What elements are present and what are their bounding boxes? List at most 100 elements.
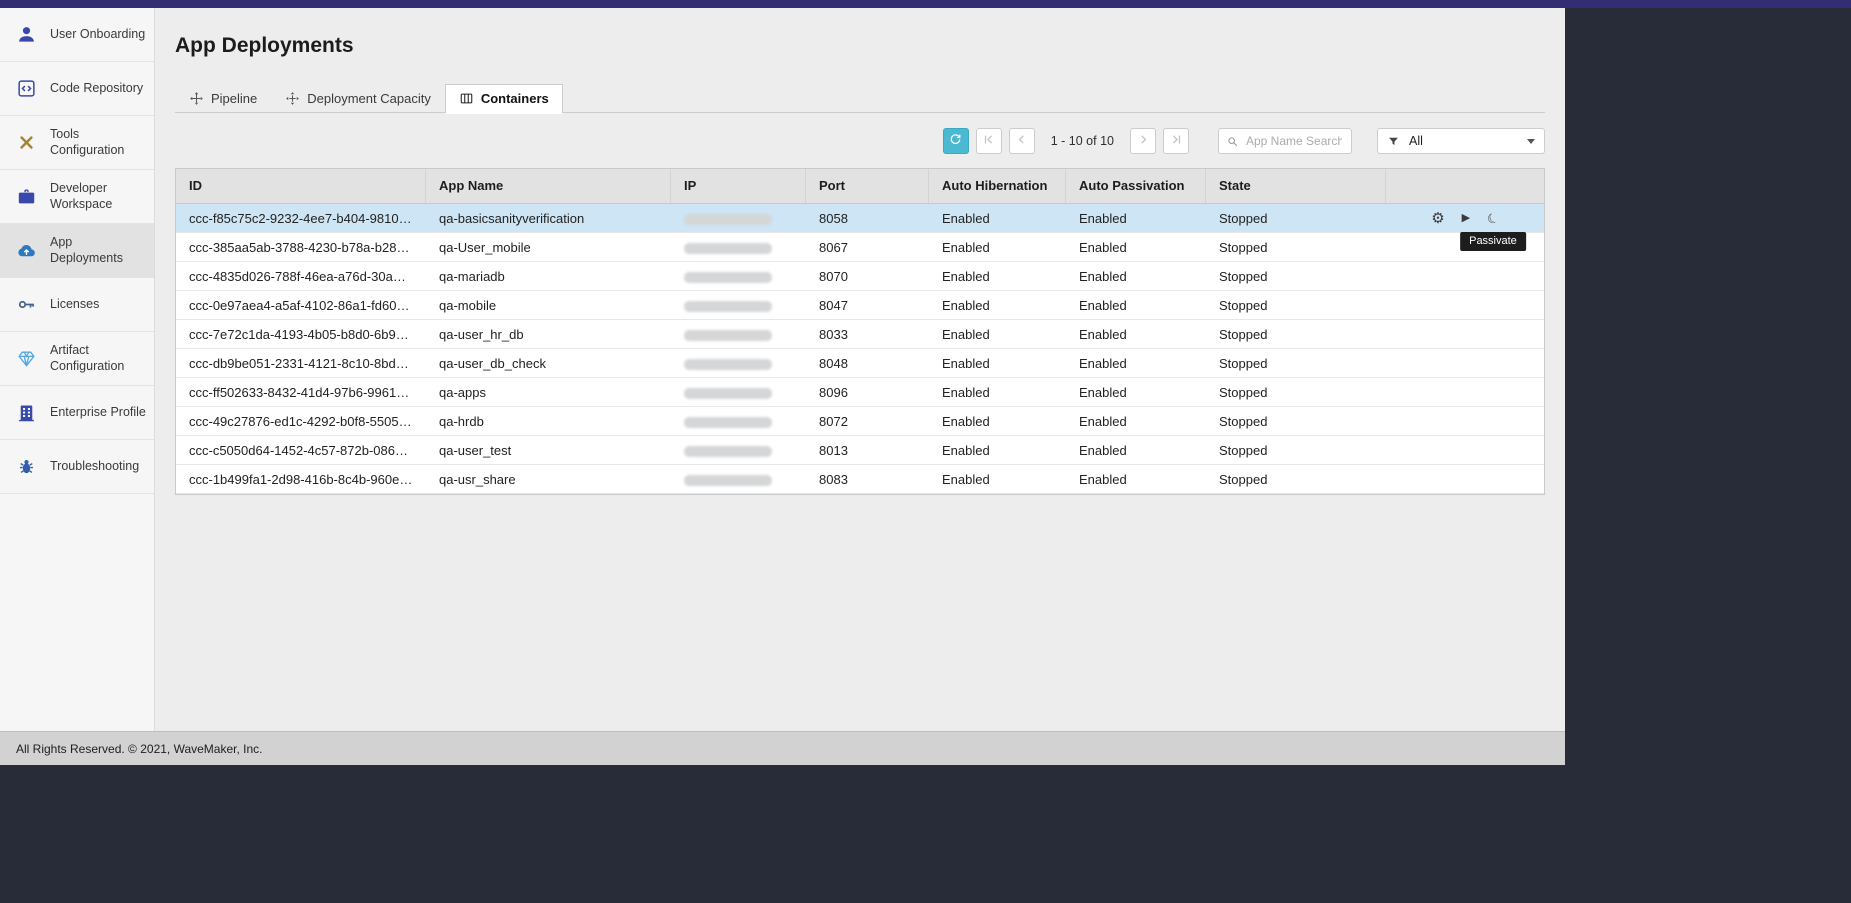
next-page-icon [1137, 133, 1150, 149]
cell-id: ccc-f85c75c2-9232-4ee7-b404-9810a8… [176, 204, 426, 233]
search-input[interactable] [1244, 133, 1344, 149]
cell-ip [671, 378, 806, 407]
table-row[interactable]: ccc-0e97aea4-a5af-4102-86a1-fd60e16…qa-m… [176, 291, 1544, 320]
cell-auto-hibernation: Enabled [929, 465, 1066, 494]
diamond-icon [14, 347, 38, 371]
prev-page-icon [1015, 133, 1028, 149]
cell-state: Stopped [1206, 291, 1386, 320]
sidebar-item-label: App Deployments [50, 235, 146, 266]
cell-app-name: qa-hrdb [426, 407, 671, 436]
passivate-icon[interactable]: ☾Passivate [1487, 212, 1499, 225]
chevron-down-icon [1527, 139, 1535, 144]
containers-table: IDApp NameIPPortAuto HibernationAuto Pas… [175, 168, 1545, 495]
app-body: User Onboarding Code RepositoryTools Conf… [0, 8, 1565, 731]
cell-actions [1386, 465, 1544, 494]
cell-app-name: qa-User_mobile [426, 233, 671, 262]
tab-pipeline[interactable]: Pipeline [175, 84, 271, 113]
cell-auto-hibernation: Enabled [929, 291, 1066, 320]
redacted-ip-value [684, 330, 772, 341]
filter-dropdown[interactable]: All [1377, 128, 1545, 154]
cell-state: Stopped [1206, 204, 1386, 233]
table-row[interactable]: ccc-49c27876-ed1c-4292-b0f8-550588…qa-hr… [176, 407, 1544, 436]
cell-auto-passivation: Enabled [1066, 407, 1206, 436]
cell-state: Stopped [1206, 320, 1386, 349]
sidebar-item-app-deployments[interactable]: App Deployments [0, 224, 154, 278]
play-icon[interactable]: ▶ [1462, 213, 1470, 224]
prev-page-button[interactable] [1009, 128, 1035, 154]
cell-id: ccc-7e72c1da-4193-4b05-b8d0-6b9c54… [176, 320, 426, 349]
cell-port: 8072 [806, 407, 929, 436]
column-header-actions [1386, 169, 1544, 203]
cell-auto-passivation: Enabled [1066, 465, 1206, 494]
refresh-button[interactable] [943, 128, 969, 154]
cell-port: 8070 [806, 262, 929, 291]
desktop-background: User Onboarding Code RepositoryTools Conf… [0, 0, 1851, 903]
cell-auto-hibernation: Enabled [929, 233, 1066, 262]
cell-auto-passivation: Enabled [1066, 436, 1206, 465]
tab-bar: PipelineDeployment Capacity Containers [175, 84, 1545, 113]
search-box [1218, 128, 1352, 154]
next-page-button[interactable] [1130, 128, 1156, 154]
last-page-button[interactable] [1163, 128, 1189, 154]
column-header-auto-passivation: Auto Passivation [1066, 169, 1206, 203]
sidebar-item-artifact-configuration[interactable]: Artifact Configuration [0, 332, 154, 386]
table-row[interactable]: ccc-1b499fa1-2d98-416b-8c4b-960e68…qa-us… [176, 465, 1544, 494]
last-page-icon [1170, 133, 1183, 149]
table-row[interactable]: ccc-f85c75c2-9232-4ee7-b404-9810a8…qa-ba… [176, 204, 1544, 233]
settings-icon[interactable]: ⚙ [1431, 211, 1444, 226]
sidebar-item-licenses[interactable]: Licenses [0, 278, 154, 332]
refresh-icon [948, 132, 963, 150]
building-icon [14, 401, 38, 425]
column-header-auto-hibernation: Auto Hibernation [929, 169, 1066, 203]
passivate-glyph: ☾ [1485, 210, 1501, 227]
cell-auto-passivation: Enabled [1066, 233, 1206, 262]
sidebar-item-code-repository[interactable]: Code Repository [0, 62, 154, 116]
sidebar-item-tools-configuration[interactable]: Tools Configuration [0, 116, 154, 170]
sidebar-item-developer-workspace[interactable]: Developer Workspace [0, 170, 154, 224]
sidebar-item-label: User Onboarding [50, 27, 145, 43]
cell-port: 8067 [806, 233, 929, 262]
first-page-button[interactable] [976, 128, 1002, 154]
cell-port: 8058 [806, 204, 929, 233]
table-row[interactable]: ccc-db9be051-2331-4121-8c10-8bd277…qa-us… [176, 349, 1544, 378]
cell-ip [671, 407, 806, 436]
cell-actions [1386, 407, 1544, 436]
redacted-ip-value [684, 243, 772, 254]
sidebar-item-enterprise-profile[interactable]: Enterprise Profile [0, 386, 154, 440]
column-header-ip: IP [671, 169, 806, 203]
column-header-app-name: App Name [426, 169, 671, 203]
redacted-ip-value [684, 417, 772, 428]
sidebar-item-label: Developer Workspace [50, 181, 146, 212]
containers-icon [459, 91, 474, 106]
cell-port: 8013 [806, 436, 929, 465]
table-row[interactable]: ccc-ff502633-8432-41d4-97b6-996156…qa-ap… [176, 378, 1544, 407]
table-row[interactable]: ccc-c5050d64-1452-4c57-872b-086322…qa-us… [176, 436, 1544, 465]
table-row[interactable]: ccc-7e72c1da-4193-4b05-b8d0-6b9c54…qa-us… [176, 320, 1544, 349]
column-header-state: State [1206, 169, 1386, 203]
table-row[interactable]: ccc-4835d026-788f-46ea-a76d-30aac3…qa-ma… [176, 262, 1544, 291]
main-content: App Deployments PipelineDeployment Capac… [155, 8, 1565, 731]
tab-label: Containers [481, 91, 549, 106]
cell-ip [671, 291, 806, 320]
cell-app-name: qa-user_test [426, 436, 671, 465]
pipeline-icon [189, 91, 204, 106]
cell-app-name: qa-apps [426, 378, 671, 407]
toolbar: 1 - 10 of 10 All [175, 127, 1545, 155]
cell-app-name: qa-user_hr_db [426, 320, 671, 349]
tab-deployment-capacity[interactable]: Deployment Capacity [271, 84, 445, 113]
cell-state: Stopped [1206, 233, 1386, 262]
cell-auto-hibernation: Enabled [929, 436, 1066, 465]
tab-containers[interactable]: Containers [445, 84, 563, 113]
redacted-ip-value [684, 359, 772, 370]
sidebar-item-user-onboarding[interactable]: User Onboarding [0, 8, 154, 62]
cell-id: ccc-c5050d64-1452-4c57-872b-086322… [176, 436, 426, 465]
cell-auto-hibernation: Enabled [929, 262, 1066, 291]
sidebar-item-label: Enterprise Profile [50, 405, 146, 421]
cell-ip [671, 436, 806, 465]
cell-id: ccc-1b499fa1-2d98-416b-8c4b-960e68… [176, 465, 426, 494]
redacted-ip-value [684, 301, 772, 312]
cell-ip [671, 262, 806, 291]
cell-ip [671, 349, 806, 378]
sidebar-item-troubleshooting[interactable]: Troubleshooting [0, 440, 154, 494]
table-row[interactable]: ccc-385aa5ab-3788-4230-b78a-b2841c…qa-Us… [176, 233, 1544, 262]
